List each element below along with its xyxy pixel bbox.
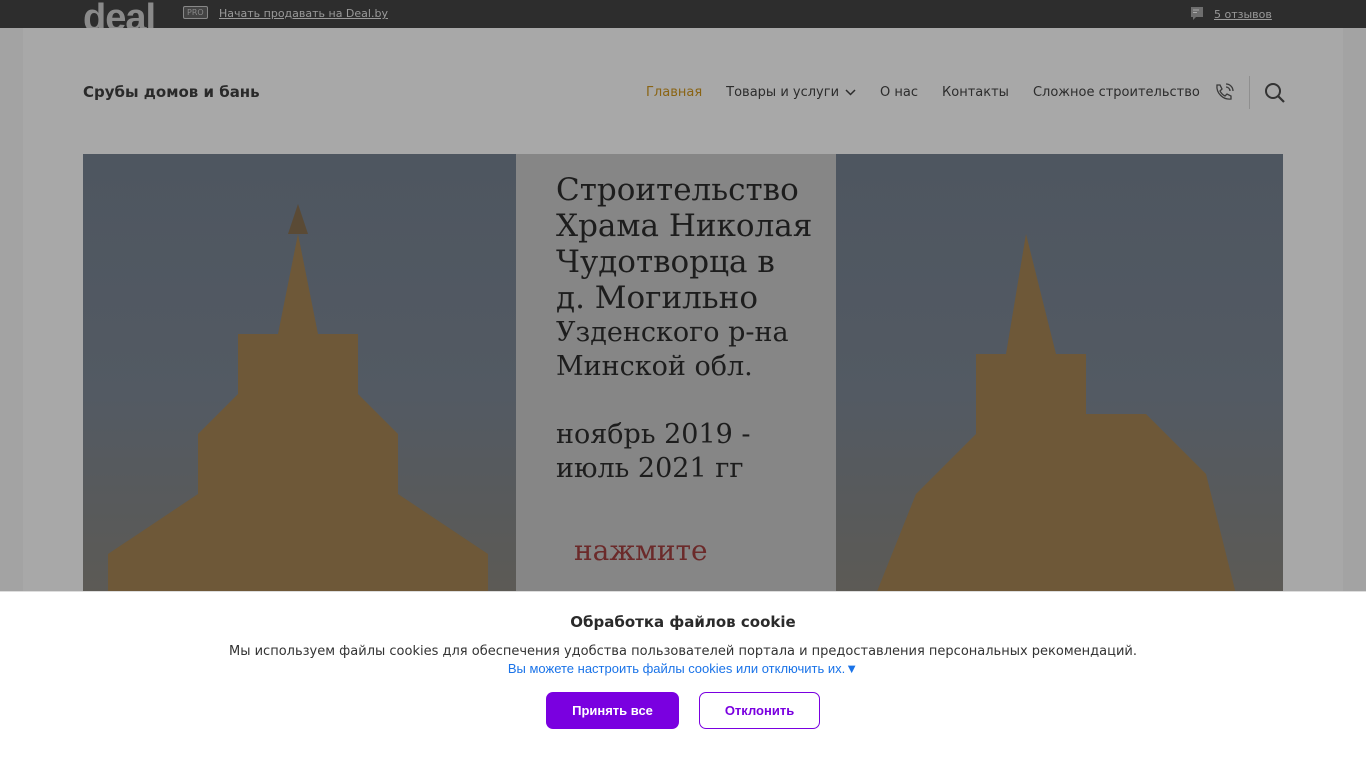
comment-icon [1191, 7, 1203, 20]
site-brand[interactable]: Срубы домов и бань [83, 83, 260, 101]
start-selling-link[interactable]: Начать продавать на Deal.by [219, 7, 388, 20]
header-icons [1212, 76, 1286, 109]
cookie-title: Обработка файлов cookie [570, 613, 796, 631]
cookie-banner: Обработка файлов cookie Мы используем фа… [0, 591, 1366, 768]
church-photo-right [836, 154, 1283, 594]
nav-products-label: Товары и услуги [726, 85, 840, 100]
banner-date-1: ноябрь 2019 - [556, 419, 751, 450]
banner-title-1: Строительство [556, 172, 799, 208]
hero-banner[interactable]: Строительство Храма Николая Чудотворца в… [83, 154, 1283, 594]
reviews-link[interactable]: 5 отзывов [1190, 6, 1272, 22]
main-nav: Главная Товары и услуги О нас Контакты С… [646, 85, 1200, 100]
cookie-text: Мы используем файлы cookies для обеспече… [228, 644, 1137, 659]
cookie-settings-link[interactable]: Вы можете настроить файлы cookies или от… [0, 661, 1366, 676]
pro-badge: PRO [183, 6, 208, 19]
banner-title-2: Храма Николая [556, 208, 813, 244]
banner-title-3: Чудотворца в [556, 244, 775, 280]
reviews-count: 5 отзывов [1214, 7, 1272, 21]
accept-all-button[interactable]: Принять все [546, 692, 679, 729]
nav-contacts[interactable]: Контакты [942, 85, 1009, 100]
banner-sub-2: Минской обл. [556, 351, 753, 382]
chevron-down-icon [845, 89, 856, 96]
divider [1249, 76, 1250, 109]
church-photo-left [83, 154, 516, 594]
banner-title-4: д. Могильно [556, 280, 758, 316]
nav-complex-construction[interactable]: Сложное строительство [1033, 85, 1200, 100]
banner-cta[interactable]: нажмите [574, 534, 836, 567]
phone-icon[interactable] [1212, 81, 1236, 105]
top-bar: deal PRO Начать продавать на Deal.by 5 о… [0, 0, 1366, 38]
search-icon[interactable] [1264, 82, 1286, 104]
nav-about[interactable]: О нас [880, 85, 918, 100]
banner-text-panel: Строительство Храма Николая Чудотворца в… [516, 154, 836, 594]
banner-date-2: июль 2021 гг [556, 453, 744, 484]
banner-sub-1: Узденского р-на [556, 317, 789, 348]
decline-button[interactable]: Отклонить [699, 692, 820, 729]
nav-products[interactable]: Товары и услуги [726, 85, 856, 100]
nav-home[interactable]: Главная [646, 85, 702, 100]
